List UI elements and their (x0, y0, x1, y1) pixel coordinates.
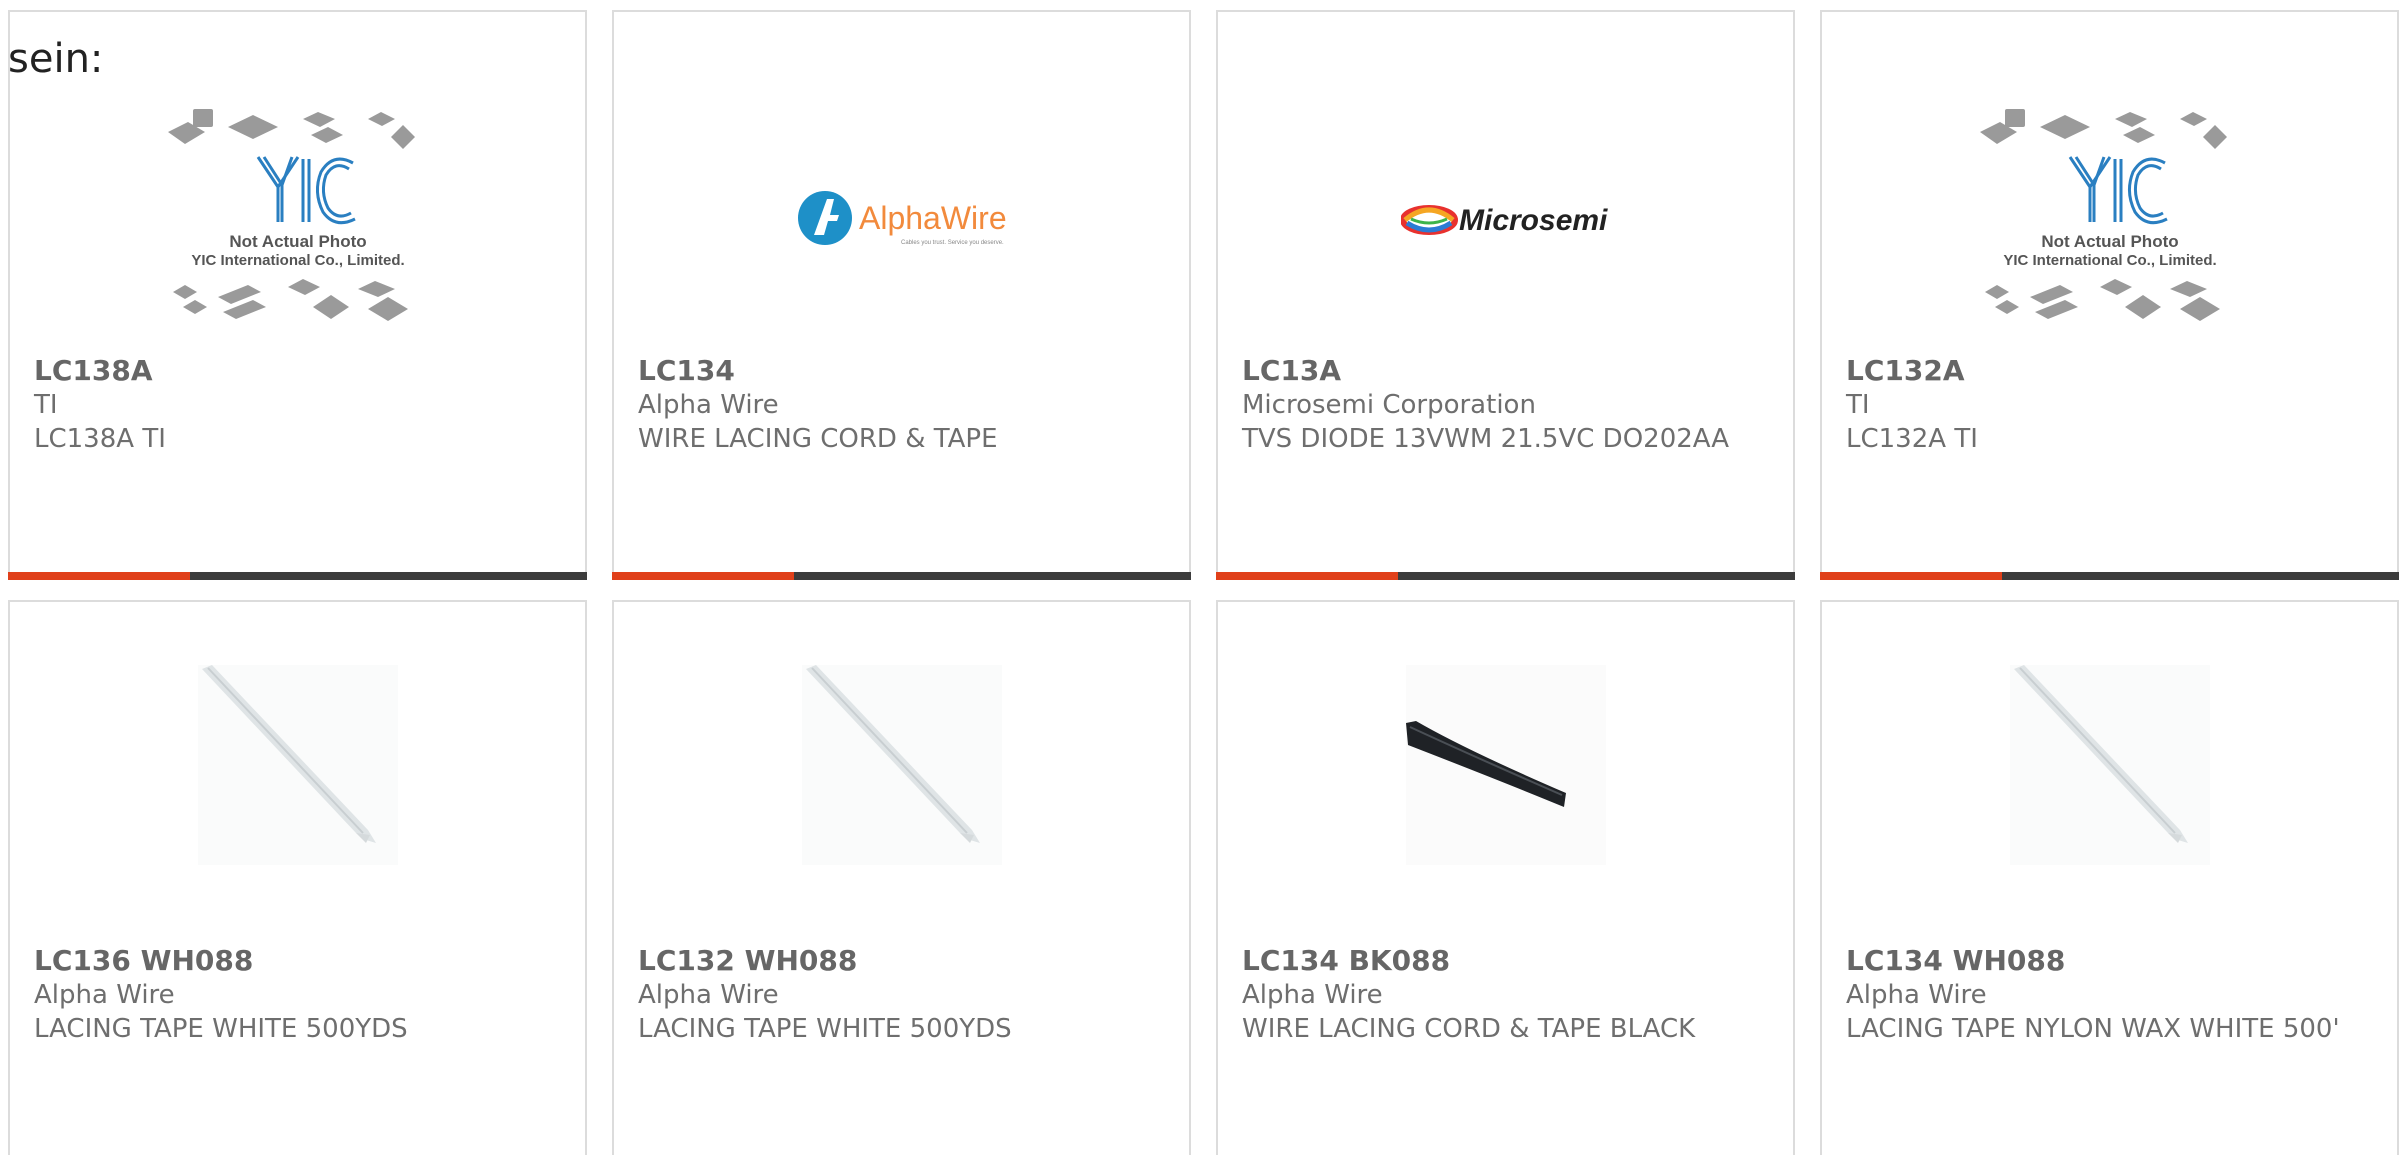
product-description: WIRE LACING CORD & TAPE (638, 424, 998, 454)
product-info: LC132 WH088 Alpha Wire LACING TAPE WHITE… (638, 944, 1169, 1046)
product-manufacturer: TI (34, 390, 58, 420)
product-info: LC132A TI LC132A TI (1846, 354, 2377, 456)
product-manufacturer: TI (1846, 390, 1870, 420)
product-part-number[interactable]: LC134 (638, 354, 1169, 388)
product-manufacturer: Microsemi Corporation (1242, 390, 1536, 420)
product-part-number[interactable]: LC132A (1846, 354, 2377, 388)
svg-text:YIC International Co., Limited: YIC International Co., Limited. (191, 252, 404, 269)
svg-text:Not Actual Photo: Not Actual Photo (2041, 232, 2178, 251)
product-card[interactable]: Microsemi LC13A Microsemi Corporation TV… (1216, 10, 1795, 580)
product-image-placeholder[interactable]: Not Actual Photo YIC International Co., … (10, 97, 585, 342)
card-accent-bar (1216, 572, 1795, 580)
product-image-placeholder[interactable]: Not Actual Photo YIC International Co., … (1822, 97, 2397, 342)
product-info: LC134 Alpha Wire WIRE LACING CORD & TAPE (638, 354, 1169, 456)
product-description: LC138A TI (34, 424, 166, 454)
product-info: LC13A Microsemi Corporation TVS DIODE 13… (1242, 354, 1773, 456)
card-accent-bar (8, 572, 587, 580)
product-part-number[interactable]: LC136 WH088 (34, 944, 565, 978)
product-part-number[interactable]: LC132 WH088 (638, 944, 1169, 978)
product-image[interactable]: AlphaWire Cables you trust. Service you … (614, 97, 1189, 342)
product-image[interactable] (1822, 662, 2397, 867)
product-image[interactable]: Microsemi (1218, 97, 1793, 342)
product-description: LC132A TI (1846, 424, 1978, 454)
product-card[interactable]: LC134 WH088 Alpha Wire LACING TAPE NYLON… (1820, 600, 2399, 1155)
product-card[interactable]: Not Actual Photo YIC International Co., … (1820, 10, 2399, 580)
product-description: TVS DIODE 13VWM 21.5VC DO202AA (1242, 424, 1730, 454)
svg-text:Not Actual Photo: Not Actual Photo (229, 232, 366, 251)
product-info: LC138A TI LC138A TI (34, 354, 565, 456)
svg-text:Cables you trust. Service you: Cables you trust. Service you deserve. (901, 240, 1004, 246)
not-actual-photo-icon: Not Actual Photo YIC International Co., … (167, 109, 415, 321)
product-info: LC134 WH088 Alpha Wire LACING TAPE NYLON… (1846, 944, 2377, 1046)
product-description: LACING TAPE NYLON WAX WHITE 500' (1846, 1014, 2340, 1044)
product-manufacturer: Alpha Wire (638, 980, 779, 1010)
svg-text:AlphaWire: AlphaWire (859, 200, 1007, 236)
product-part-number[interactable]: LC134 BK088 (1242, 944, 1773, 978)
product-image[interactable] (1218, 662, 1793, 867)
product-description: WIRE LACING CORD & TAPE BLACK (1242, 1014, 1696, 1044)
product-manufacturer: Alpha Wire (638, 390, 779, 420)
alphawire-logo-icon: AlphaWire Cables you trust. Service you … (797, 190, 1007, 246)
product-card[interactable]: Not Actual Photo YIC International Co., … (8, 10, 587, 580)
not-actual-photo-icon: Not Actual Photo YIC International Co., … (1979, 109, 2227, 321)
product-card[interactable]: LC134 BK088 Alpha Wire WIRE LACING CORD … (1216, 600, 1795, 1155)
svg-text:Microsemi: Microsemi (1459, 204, 1608, 237)
product-image[interactable] (10, 662, 585, 867)
product-description: LACING TAPE WHITE 500YDS (638, 1014, 1012, 1044)
product-card[interactable]: LC136 WH088 Alpha Wire LACING TAPE WHITE… (8, 600, 587, 1155)
white-lacing-tape-icon (197, 664, 398, 865)
card-accent-bar (1820, 572, 2399, 580)
black-lacing-tape-icon (1405, 664, 1606, 865)
white-lacing-tape-icon (2009, 664, 2210, 865)
product-description: LACING TAPE WHITE 500YDS (34, 1014, 408, 1044)
product-part-number[interactable]: LC13A (1242, 354, 1773, 388)
card-accent-bar (612, 572, 1191, 580)
product-info: LC134 BK088 Alpha Wire WIRE LACING CORD … (1242, 944, 1773, 1046)
product-info: LC136 WH088 Alpha Wire LACING TAPE WHITE… (34, 944, 565, 1046)
product-part-number[interactable]: LC138A (34, 354, 565, 388)
product-manufacturer: Alpha Wire (1846, 980, 1987, 1010)
product-card[interactable]: AlphaWire Cables you trust. Service you … (612, 10, 1191, 580)
product-manufacturer: Alpha Wire (34, 980, 175, 1010)
product-part-number[interactable]: LC134 WH088 (1846, 944, 2377, 978)
product-card[interactable]: LC132 WH088 Alpha Wire LACING TAPE WHITE… (612, 600, 1191, 1155)
product-manufacturer: Alpha Wire (1242, 980, 1383, 1010)
header-label: sein: (8, 36, 104, 82)
microsemi-logo-icon: Microsemi (1400, 204, 1608, 237)
white-lacing-tape-icon (801, 664, 1002, 865)
svg-text:YIC International Co., Limited: YIC International Co., Limited. (2003, 252, 2216, 269)
product-image[interactable] (614, 662, 1189, 867)
product-grid-page: sein: Not Actual Photo YIC International… (0, 0, 2400, 1155)
